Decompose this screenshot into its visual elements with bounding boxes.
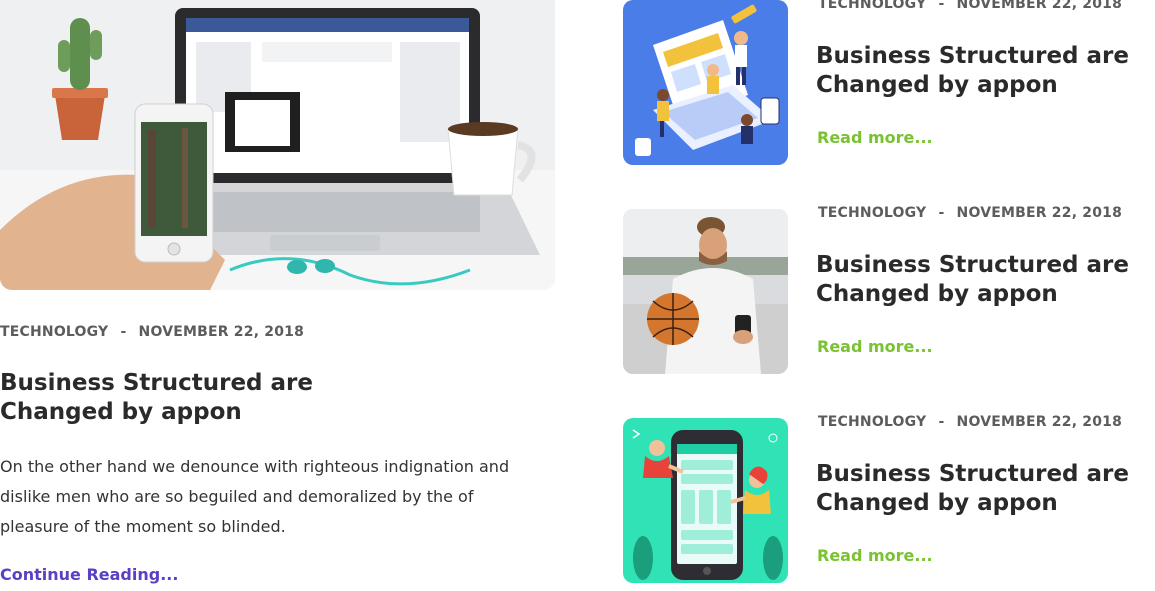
post-meta: TECHNOLOGY - NOVEMBER 22, 2018 <box>818 205 1122 221</box>
thumbnail-man-basketball-phone[interactable] <box>623 209 788 374</box>
post-title[interactable]: Business Structured are Changed by appon <box>0 369 420 427</box>
post-meta: TECHNOLOGY - NOVEMBER 22, 2018 <box>0 324 304 340</box>
post-excerpt: On the other hand we denounce with right… <box>0 457 510 536</box>
post-meta: TECHNOLOGY - NOVEMBER 22, 2018 <box>818 414 1122 430</box>
post-category[interactable]: TECHNOLOGY <box>0 324 108 340</box>
post-category[interactable]: TECHNOLOGY <box>818 414 926 430</box>
post-title[interactable]: Business Structured are Changed by appon <box>816 460 1136 518</box>
post-meta: TECHNOLOGY - NOVEMBER 22, 2018 <box>818 0 1122 12</box>
meta-separator: - <box>938 414 945 430</box>
post-category[interactable]: TECHNOLOGY <box>818 205 926 221</box>
thumbnail-phone-app-illustration[interactable] <box>623 418 788 583</box>
read-more-link[interactable]: Read more... <box>817 546 933 565</box>
meta-separator: - <box>938 205 945 221</box>
meta-separator: - <box>938 0 945 12</box>
post-date: NOVEMBER 22, 2018 <box>956 205 1123 221</box>
post-date: NOVEMBER 22, 2018 <box>138 324 305 340</box>
post-title[interactable]: Business Structured are Changed by appon <box>816 251 1136 309</box>
meta-separator: - <box>120 324 127 340</box>
thumbnail-isometric-web-design[interactable] <box>623 0 788 165</box>
side-post: TECHNOLOGY - NOVEMBER 22, 2018 Business … <box>623 0 1155 165</box>
side-post: TECHNOLOGY - NOVEMBER 22, 2018 Business … <box>623 205 1155 374</box>
post-date: NOVEMBER 22, 2018 <box>956 414 1123 430</box>
read-more-link[interactable]: Read more... <box>817 337 933 356</box>
post-title[interactable]: Business Structured are Changed by appon <box>816 42 1136 100</box>
post-category[interactable]: TECHNOLOGY <box>818 0 926 12</box>
side-post: TECHNOLOGY - NOVEMBER 22, 2018 Business … <box>623 414 1155 583</box>
post-date: NOVEMBER 22, 2018 <box>956 0 1123 12</box>
read-more-link[interactable]: Read more... <box>817 128 933 147</box>
featured-image-laptop-phone[interactable] <box>0 0 555 290</box>
continue-reading-link[interactable]: Continue Reading... <box>0 565 178 584</box>
